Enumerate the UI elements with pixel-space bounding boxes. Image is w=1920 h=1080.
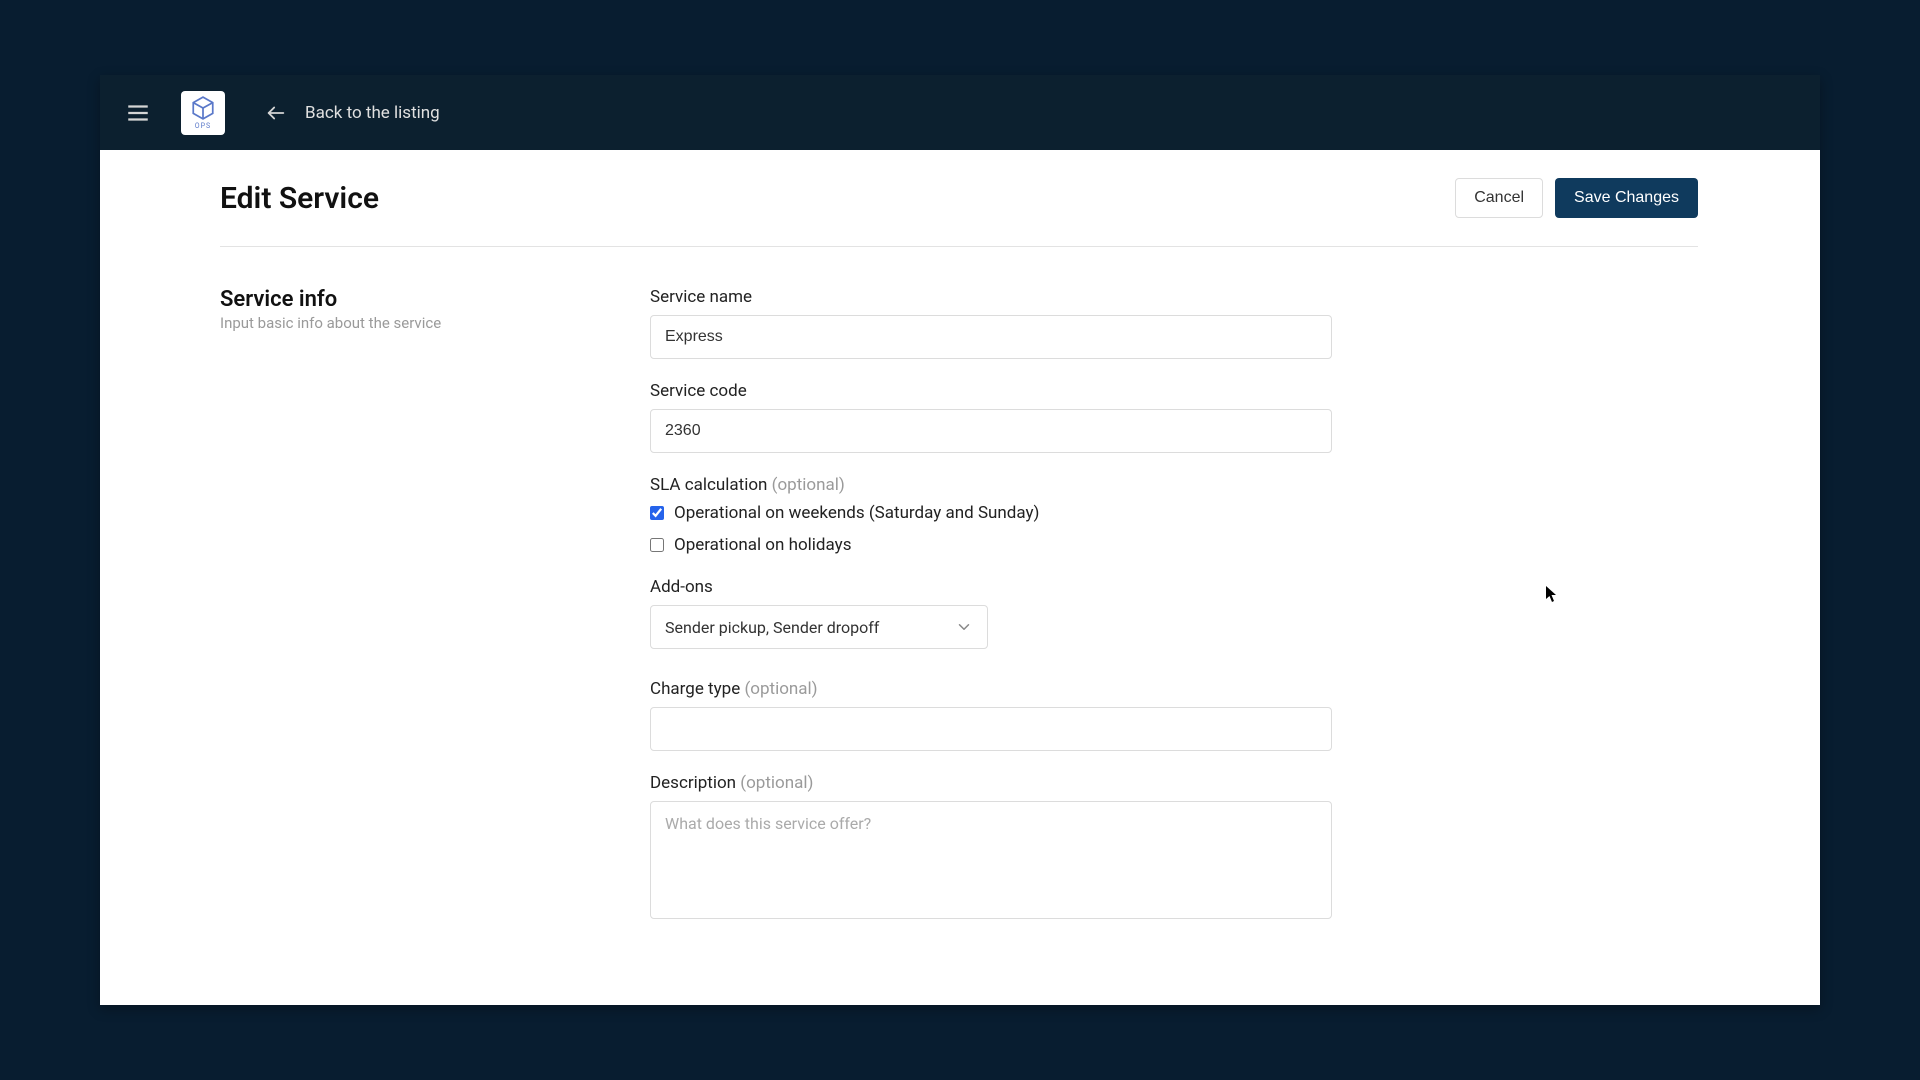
cancel-button[interactable]: Cancel bbox=[1455, 178, 1543, 218]
sla-holidays-label: Operational on holidays bbox=[674, 535, 851, 555]
menu-button[interactable] bbox=[100, 75, 175, 150]
field-service-name: Service name bbox=[650, 287, 1332, 359]
save-button[interactable]: Save Changes bbox=[1555, 178, 1698, 218]
sla-holidays-checkbox[interactable] bbox=[650, 538, 664, 552]
description-label: Description (optional) bbox=[650, 773, 1332, 793]
field-description: Description (optional) bbox=[650, 773, 1332, 923]
form-section: Service info Input basic info about the … bbox=[220, 287, 1698, 945]
sla-label: SLA calculation (optional) bbox=[650, 475, 1332, 495]
addons-value: Sender pickup, Sender dropoff bbox=[665, 618, 879, 637]
description-input[interactable] bbox=[650, 801, 1332, 919]
section-subtitle: Input basic info about the service bbox=[220, 314, 650, 332]
form-fields: Service name Service code SLA calculatio… bbox=[650, 287, 1332, 945]
section-meta: Service info Input basic info about the … bbox=[220, 287, 650, 945]
app-logo[interactable]: OPS bbox=[181, 91, 225, 135]
app-window: OPS Back to the listing Edit Service Can… bbox=[100, 75, 1820, 1005]
page-title: Edit Service bbox=[220, 181, 379, 216]
cube-icon bbox=[190, 95, 216, 121]
sla-weekends-checkbox[interactable] bbox=[650, 506, 664, 520]
section-title: Service info bbox=[220, 287, 650, 312]
service-name-input[interactable] bbox=[650, 315, 1332, 359]
addons-label: Add-ons bbox=[650, 577, 1332, 597]
field-service-code: Service code bbox=[650, 381, 1332, 453]
arrow-left-icon bbox=[265, 102, 287, 124]
field-charge-type: Charge type (optional) bbox=[650, 679, 1332, 751]
back-label: Back to the listing bbox=[305, 103, 440, 123]
page-header: Edit Service Cancel Save Changes bbox=[220, 178, 1698, 247]
service-name-label: Service name bbox=[650, 287, 1332, 307]
charge-type-label: Charge type (optional) bbox=[650, 679, 1332, 699]
logo-caption: OPS bbox=[195, 122, 211, 130]
service-code-label: Service code bbox=[650, 381, 1332, 401]
sla-weekends-label: Operational on weekends (Saturday and Su… bbox=[674, 503, 1039, 523]
sla-weekends-row[interactable]: Operational on weekends (Saturday and Su… bbox=[650, 503, 1332, 523]
hamburger-icon bbox=[125, 100, 151, 126]
service-code-input[interactable] bbox=[650, 409, 1332, 453]
charge-type-input[interactable] bbox=[650, 707, 1332, 751]
addons-select[interactable]: Sender pickup, Sender dropoff bbox=[650, 605, 988, 649]
chevron-down-icon bbox=[955, 618, 973, 636]
field-sla: SLA calculation (optional) Operational o… bbox=[650, 475, 1332, 555]
header-actions: Cancel Save Changes bbox=[1455, 178, 1698, 218]
field-addons: Add-ons Sender pickup, Sender dropoff bbox=[650, 577, 1332, 649]
topbar: OPS Back to the listing bbox=[100, 75, 1820, 150]
sla-holidays-row[interactable]: Operational on holidays bbox=[650, 535, 1332, 555]
back-link[interactable]: Back to the listing bbox=[265, 102, 440, 124]
page-body: Edit Service Cancel Save Changes Service… bbox=[142, 150, 1820, 945]
